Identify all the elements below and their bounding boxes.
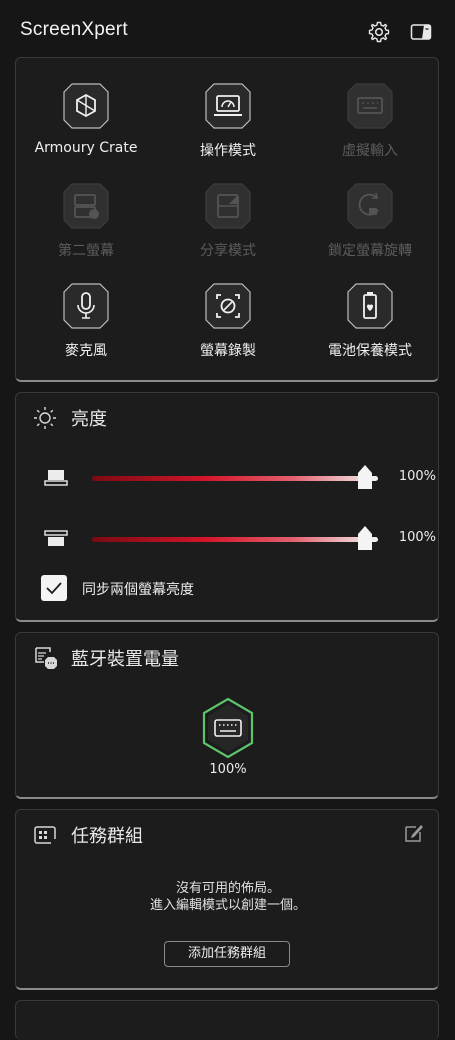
tile-label: 第二螢幕 bbox=[58, 243, 114, 259]
main-display-brightness-row: 100% bbox=[16, 463, 440, 493]
second-screen-icon bbox=[63, 183, 109, 229]
armoury-crate-icon bbox=[63, 83, 109, 129]
checkmark-icon bbox=[46, 582, 62, 595]
edit-icon[interactable] bbox=[403, 822, 425, 844]
bluetooth-device-icon bbox=[35, 647, 57, 669]
laptop-main-display-icon bbox=[44, 470, 68, 486]
empty-message-line2: 進入編輯模式以創建一個。 bbox=[149, 898, 306, 913]
screen-record-tile[interactable]: 螢幕錄製 bbox=[158, 282, 298, 372]
bluetooth-title: 藍牙裝置電量 bbox=[71, 649, 179, 670]
main-display-slider-thumb[interactable] bbox=[358, 465, 372, 489]
task-group-title: 任務群組 bbox=[71, 826, 143, 847]
second-display-brightness-row: 100% bbox=[16, 524, 440, 554]
tile-label: 虛擬輸入 bbox=[342, 143, 398, 159]
tile-label: 操作模式 bbox=[200, 143, 256, 159]
gear-icon[interactable] bbox=[367, 20, 391, 44]
second-display-brightness-value: 100% bbox=[398, 530, 436, 545]
second-display-slider-thumb[interactable] bbox=[358, 526, 372, 550]
share-mode-icon bbox=[205, 183, 251, 229]
rotation-lock-icon bbox=[347, 183, 393, 229]
operation-mode-icon bbox=[205, 83, 251, 129]
second-display-brightness-slider[interactable] bbox=[92, 537, 378, 542]
tile-label: 螢幕錄製 bbox=[200, 343, 256, 359]
bluetooth-battery-panel: 藍牙裝置電量 100% bbox=[15, 632, 439, 799]
task-group-icon bbox=[34, 826, 58, 846]
brightness-title: 亮度 bbox=[71, 409, 107, 430]
battery-care-icon bbox=[347, 283, 393, 329]
tile-label: 分享模式 bbox=[200, 243, 256, 259]
armoury-crate-tile[interactable]: Armoury Crate bbox=[16, 82, 156, 172]
virtual-input-tile: 虛擬輸入 bbox=[300, 82, 440, 172]
tile-label: 麥克風 bbox=[65, 343, 107, 359]
sun-icon bbox=[34, 407, 56, 429]
share-mode-tile: 分享模式 bbox=[158, 182, 298, 272]
add-task-group-button[interactable]: 添加任務群組 bbox=[164, 941, 290, 967]
screen-record-icon bbox=[205, 283, 251, 329]
app-title: ScreenXpert bbox=[20, 19, 128, 40]
tile-label: Armoury Crate bbox=[34, 140, 138, 156]
tile-label: 鎖定螢幕旋轉 bbox=[328, 243, 412, 259]
bluetooth-battery-value: 100% bbox=[209, 762, 247, 777]
laptop-second-display-icon bbox=[44, 530, 68, 546]
side-panel-icon[interactable] bbox=[409, 20, 433, 44]
battery-care-tile[interactable]: 電池保養模式 bbox=[300, 282, 440, 372]
microphone-tile[interactable]: 麥克風 bbox=[16, 282, 156, 372]
tile-label: 電池保養模式 bbox=[328, 343, 412, 359]
quick-actions-panel: Armoury Crate 操作模式 虛擬輸入 第二螢幕 分享模式 鎖定螢幕旋轉… bbox=[15, 57, 439, 382]
main-display-brightness-value: 100% bbox=[398, 469, 436, 484]
operation-mode-tile[interactable]: 操作模式 bbox=[158, 82, 298, 172]
rotation-lock-tile: 鎖定螢幕旋轉 bbox=[300, 182, 440, 272]
task-group-panel: 任務群組 沒有可用的佈局。 進入編輯模式以創建一個。 添加任務群組 bbox=[15, 809, 439, 990]
bluetooth-device-battery-ring[interactable] bbox=[201, 697, 255, 759]
sync-brightness-label: 同步兩個螢幕亮度 bbox=[82, 582, 194, 598]
brightness-panel: 亮度 100% 100% 同步兩個螢幕亮度 bbox=[15, 392, 439, 622]
second-screen-tile: 第二螢幕 bbox=[16, 182, 156, 272]
microphone-icon bbox=[63, 283, 109, 329]
sync-brightness-checkbox[interactable] bbox=[41, 575, 67, 601]
next-panel-partial bbox=[15, 1000, 439, 1040]
main-display-brightness-slider[interactable] bbox=[92, 476, 378, 481]
empty-message-line1: 沒有可用的佈局。 bbox=[175, 881, 280, 896]
app-header: ScreenXpert bbox=[0, 0, 455, 56]
virtual-keyboard-icon bbox=[347, 83, 393, 129]
